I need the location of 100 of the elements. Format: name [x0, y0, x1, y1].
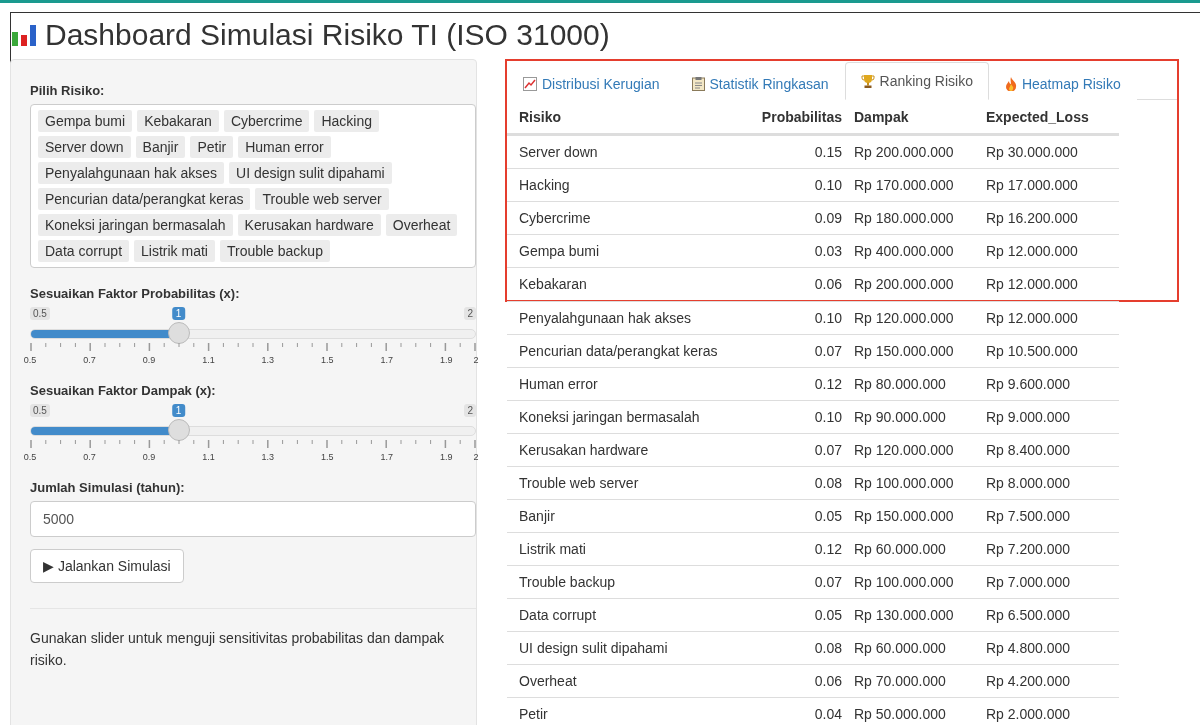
tick-label: 1.7	[380, 355, 394, 365]
table-cell: 0.05	[814, 508, 842, 524]
tick-label: 0.9	[142, 452, 156, 462]
tab[interactable]: Ranking Risiko	[844, 62, 989, 100]
column-header: Risiko	[518, 108, 561, 125]
select-label: Pilih Risiko:	[30, 83, 106, 98]
selected-item-tag[interactable]: Trouble web server	[255, 188, 389, 210]
slider-max-label: 2	[464, 307, 476, 320]
fire-icon	[1004, 76, 1017, 91]
slider-label: Sesuaikan Faktor Probabilitas (x):	[30, 286, 241, 301]
selected-item-tag[interactable]: Petir	[190, 136, 234, 158]
slider-max-label: 2	[464, 404, 476, 417]
table-cell-text: Rp 9.000.000	[985, 409, 1071, 425]
selected-item-tag[interactable]: Overheat	[385, 214, 458, 236]
selected-item-tag[interactable]: Server down	[38, 136, 131, 158]
selected-item-tag[interactable]: Data corrupt	[38, 240, 130, 262]
table-cell-text: Rp 120.000.000	[853, 310, 954, 326]
table-cell-text: Server down	[518, 144, 598, 160]
column-header: Expected_Loss	[985, 108, 1089, 125]
table-cell-text: Banjir	[518, 508, 555, 524]
tick-label: 0.5	[23, 452, 37, 462]
selected-item-tag[interactable]: Banjir	[135, 136, 186, 158]
table-cell-text: Rp 200.000.000	[853, 144, 954, 160]
table-cell-text: Rp 180.000.000	[853, 210, 954, 226]
table-cell-text: Hacking	[518, 177, 570, 193]
table-cell-text: Rp 30.000.000	[985, 144, 1078, 160]
table-cell: 0.08	[814, 640, 842, 656]
table-cell-text: Rp 4.200.000	[985, 673, 1071, 689]
run-simulation-button[interactable]: ▶ Jalankan Simulasi	[30, 549, 184, 583]
table-cell: 0.07	[814, 343, 842, 359]
table-cell-text: Kebakaran	[518, 276, 587, 292]
table-cell: 0.07	[814, 574, 842, 590]
table-cell-text: Rp 50.000.000	[853, 706, 946, 722]
slider-value-label: 1	[171, 307, 186, 320]
tick-label: 2	[473, 355, 479, 365]
tick-label: 1.3	[261, 355, 275, 365]
table-cell: 0.12	[814, 376, 842, 392]
table-cell: 0.03	[814, 243, 842, 259]
table-cell: 0.12	[814, 541, 842, 557]
table-cell-text: Rp 7.200.000	[985, 541, 1071, 557]
table-cell-text: Rp 7.500.000	[985, 508, 1071, 524]
selected-item-tag[interactable]: Pencurian data/perangkat keras	[38, 188, 251, 210]
tick-label: 0.5	[23, 355, 37, 365]
selected-item-tag[interactable]: Listrik mati	[134, 240, 215, 262]
table-cell: 0.06	[814, 276, 842, 292]
table-cell-text: Pencurian data/perangkat keras	[518, 343, 718, 359]
table-cell-text: Human error	[518, 376, 598, 392]
table-cell-text: Rp 70.000.000	[853, 673, 946, 689]
table-cell-text: Penyalahgunaan hak akses	[518, 310, 692, 326]
column-header: Dampak	[853, 108, 909, 125]
table-cell-text: Rp 100.000.000	[853, 574, 954, 590]
table-cell-text: Rp 4.800.000	[985, 640, 1071, 656]
tick-label: 0.7	[83, 452, 96, 462]
tick-label: 0.7	[83, 355, 96, 365]
selected-item-tag[interactable]: UI design sulit dipahami	[229, 162, 392, 184]
table-cell: 0.10	[814, 409, 842, 425]
table-cell-text: Rp 17.000.000	[985, 177, 1078, 193]
selected-item-tag[interactable]: Kebakaran	[137, 110, 219, 132]
table-cell: 0.06	[814, 673, 842, 689]
selected-item-tag[interactable]: Koneksi jaringan bermasalah	[38, 214, 233, 236]
table-cell-text: Trouble web server	[518, 475, 639, 491]
table-cell-text: Rp 100.000.000	[853, 475, 954, 491]
table-cell-text: Overheat	[518, 673, 577, 689]
slider-label: Sesuaikan Faktor Dampak (x):	[30, 383, 217, 398]
table-cell-text: Petir	[518, 706, 548, 722]
tick-label: 1.7	[380, 452, 394, 462]
table-cell: 0.08	[814, 475, 842, 491]
bar-chart-icon	[11, 23, 37, 47]
table-cell-text: Rp 6.500.000	[985, 607, 1071, 623]
column-header: Probabilitas	[761, 108, 842, 125]
risk-select-field[interactable]	[30, 104, 476, 268]
table-cell: 0.10	[814, 310, 842, 326]
table-cell-text: Rp 150.000.000	[853, 508, 954, 524]
selected-item-tag[interactable]: Hacking	[314, 110, 380, 132]
help-text: Gunakan slider untuk menguji sensitivitas probabilitas dan dampak risiko.	[30, 629, 445, 670]
simulation-count-field[interactable]: 5000	[30, 501, 476, 537]
selected-item-tag[interactable]: Cybercrime	[223, 110, 310, 132]
selected-item-tag[interactable]: Penyalahgunaan hak akses	[38, 162, 225, 184]
table-cell-text: Rp 170.000.000	[853, 177, 954, 193]
table-cell-text: Rp 12.000.000	[985, 276, 1078, 292]
selected-item-tag[interactable]: Gempa bumi	[38, 110, 133, 132]
selected-item-tag[interactable]: Kerusakan hardware	[237, 214, 381, 236]
tick-label: 2	[473, 452, 479, 462]
table-cell-text: Kerusakan hardware	[518, 442, 649, 458]
selected-item-tag[interactable]: Trouble backup	[219, 240, 330, 262]
table-cell-text: Trouble backup	[518, 574, 615, 590]
table-cell-text: Rp 9.600.000	[985, 376, 1071, 392]
table-cell-text: Rp 60.000.000	[853, 640, 946, 656]
table-cell: 0.10	[814, 177, 842, 193]
table-cell-text: Rp 12.000.000	[985, 243, 1078, 259]
table-cell-text: Rp 8.000.000	[985, 475, 1071, 491]
slider-handle[interactable]	[167, 322, 190, 344]
table-cell-text: Rp 400.000.000	[853, 243, 954, 259]
table-cell-text: UI design sulit dipahami	[518, 640, 668, 656]
table-cell-text: Rp 7.000.000	[985, 574, 1071, 590]
slider-handle[interactable]	[167, 419, 190, 441]
tick-label: 0.9	[142, 355, 156, 365]
table-cell: 0.05	[814, 607, 842, 623]
selected-item-tag[interactable]: Human error	[238, 136, 331, 158]
table-cell-text: Rp 90.000.000	[853, 409, 946, 425]
